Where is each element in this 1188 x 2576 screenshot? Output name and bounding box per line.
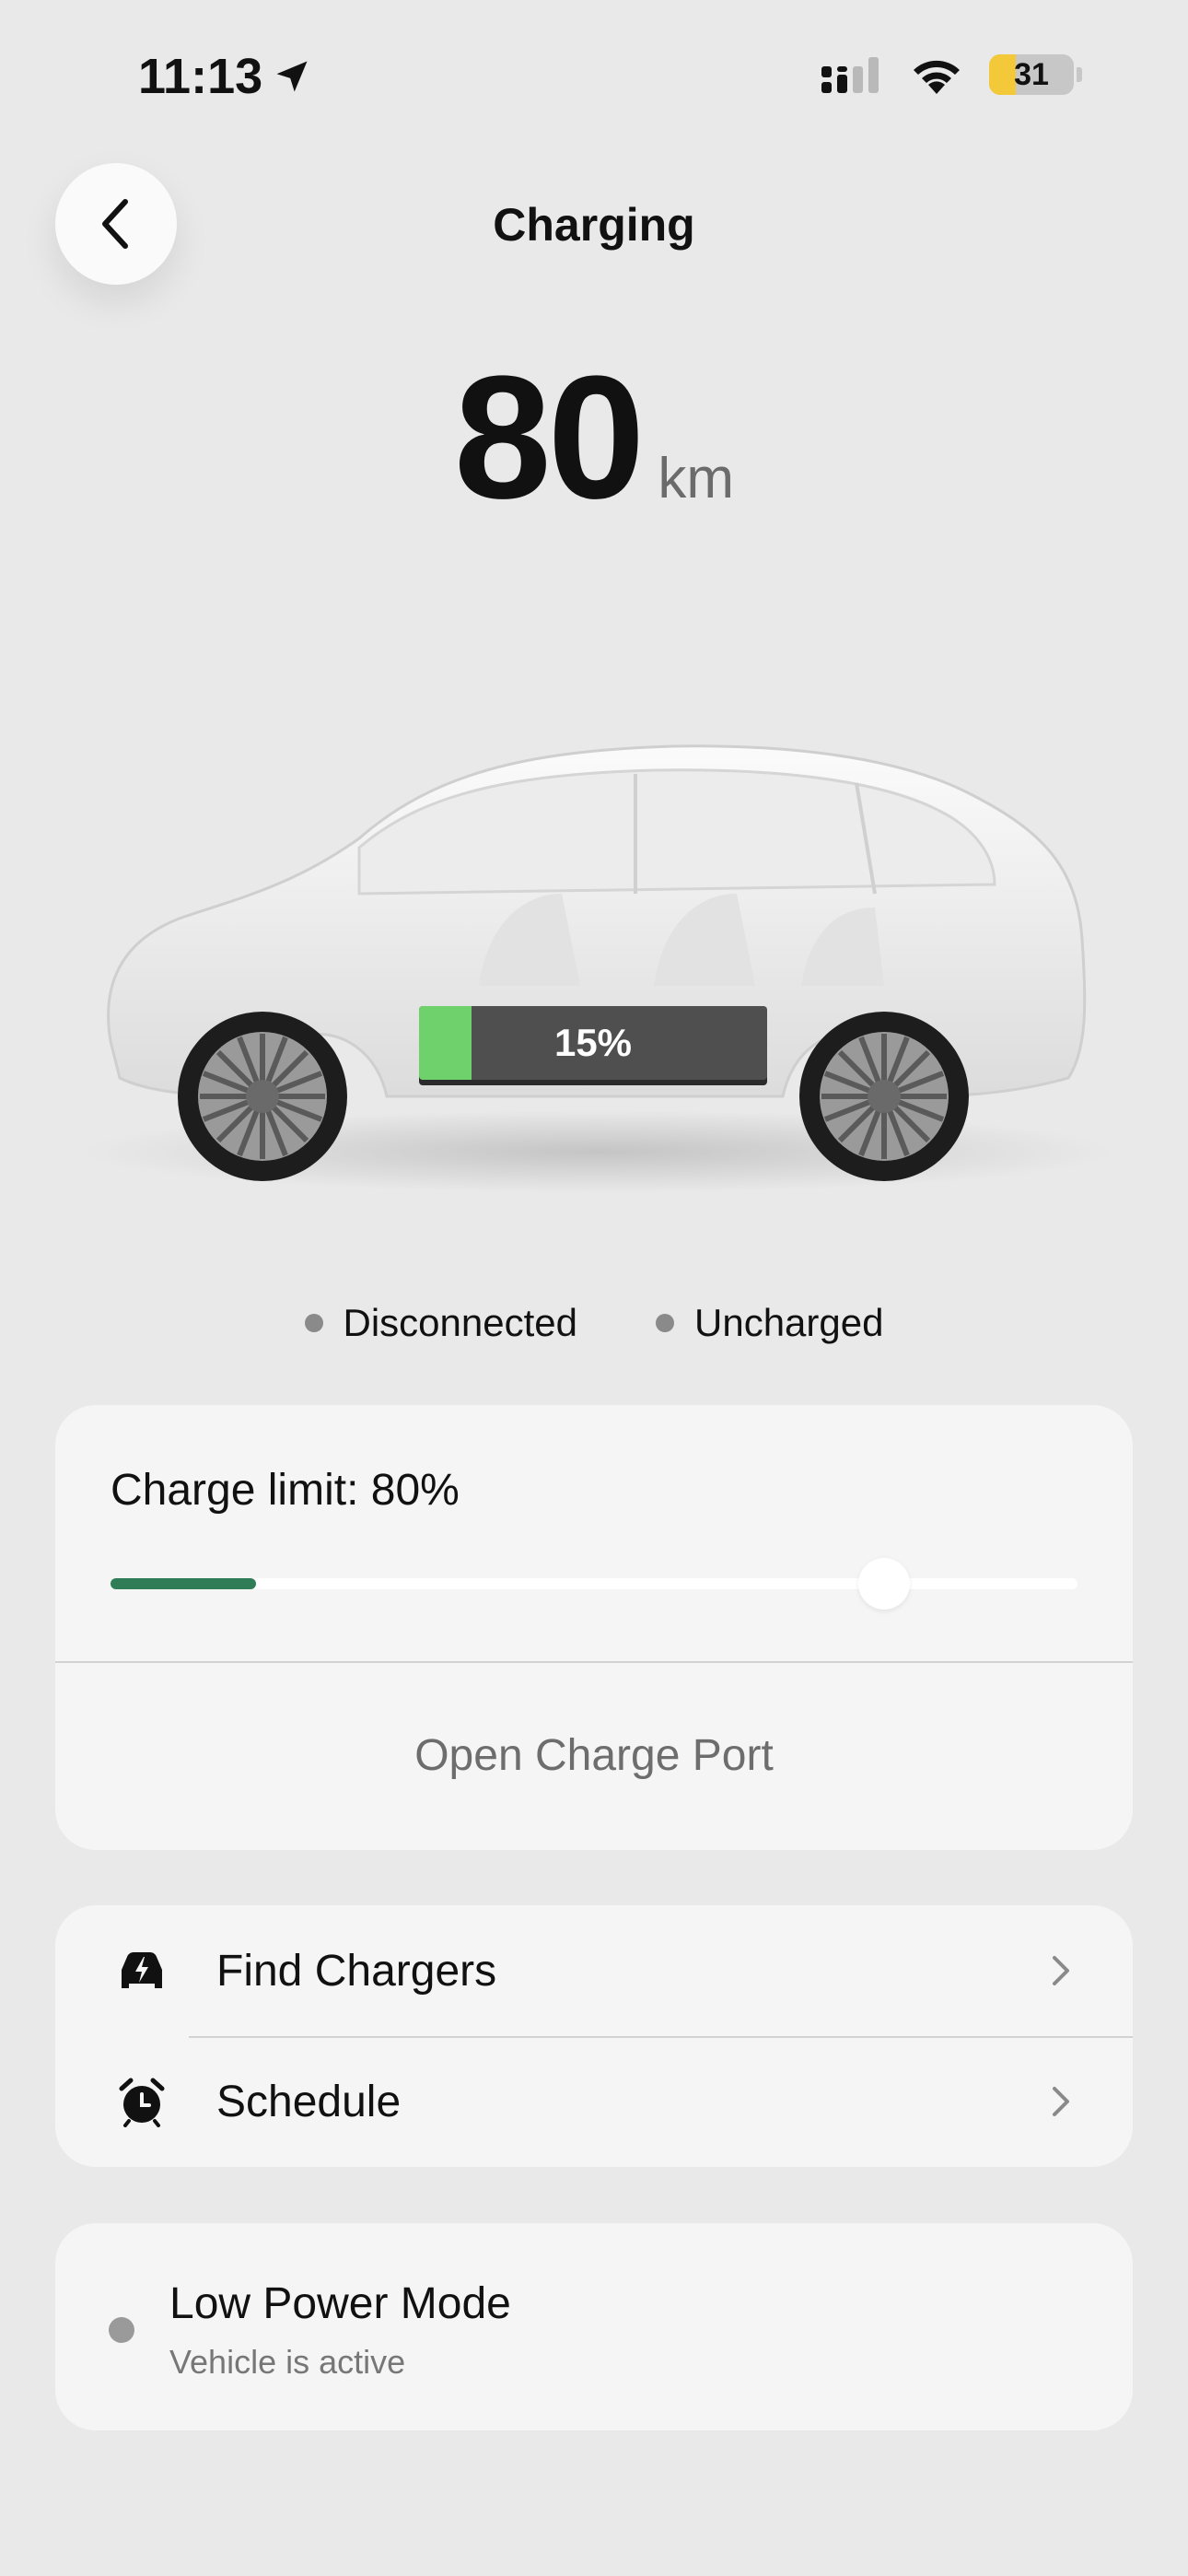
low-power-mode-card[interactable]: Low Power Mode Vehicle is active	[55, 2223, 1133, 2430]
chevron-right-icon	[1053, 1956, 1069, 1985]
charge-status-label: Uncharged	[694, 1301, 884, 1344]
rear-wheel	[799, 1012, 969, 1181]
status-dot-icon	[656, 1314, 674, 1332]
time-text: 11:13	[138, 49, 263, 104]
range-display: 80 km	[0, 350, 1188, 525]
status-bar-right: 31	[820, 53, 1082, 96]
car-illustration	[83, 744, 1114, 1193]
wifi-icon	[914, 60, 960, 94]
battery-icon: 31	[989, 54, 1082, 95]
menu-item-label: Find Chargers	[216, 1946, 497, 1996]
cellular-signal-icon	[821, 57, 879, 93]
battery-soc-bar: 15%	[419, 1006, 767, 1080]
range-unit: km	[658, 447, 734, 510]
slider-fill	[111, 1578, 256, 1589]
chevron-right-icon	[1053, 2087, 1069, 2116]
menu-item-find-chargers[interactable]: Find Chargers	[55, 1905, 1133, 2036]
location-arrow-icon	[276, 61, 308, 92]
connection-status-label: Disconnected	[343, 1301, 577, 1344]
battery-level-text: 31	[1014, 57, 1049, 92]
charge-limit-slider[interactable]	[111, 1558, 1077, 1610]
battery-soc-label: 15%	[553, 1021, 633, 1064]
low-power-mode-title: Low Power Mode	[169, 2279, 511, 2328]
charge-status: Uncharged	[656, 1301, 883, 1345]
charging-menu-card: Find Chargers Schedule	[55, 1905, 1133, 2167]
menu-item-schedule[interactable]: Schedule	[55, 2036, 1133, 2167]
car-charging-icon	[112, 1941, 171, 2000]
status-bar-time: 11:13	[138, 48, 312, 105]
charge-limit-card: Charge limit: 80% Open Charge Port	[55, 1405, 1133, 1850]
charge-limit-label: Charge limit: 80%	[111, 1466, 460, 1515]
range-value: 80	[454, 340, 645, 535]
status-dot-icon	[304, 1314, 323, 1332]
page-title: Charging	[493, 199, 695, 251]
alarm-clock-icon	[112, 2072, 171, 2131]
slider-thumb[interactable]	[858, 1558, 910, 1610]
low-power-mode-subtitle: Vehicle is active	[169, 2343, 406, 2381]
charging-status-row: Disconnected Uncharged	[0, 1301, 1188, 1345]
connection-status: Disconnected	[304, 1301, 577, 1345]
open-charge-port-button[interactable]: Open Charge Port	[55, 1661, 1133, 1850]
menu-item-label: Schedule	[216, 2077, 402, 2126]
front-wheel	[178, 1012, 347, 1181]
low-power-status-dot-icon	[109, 2317, 134, 2343]
